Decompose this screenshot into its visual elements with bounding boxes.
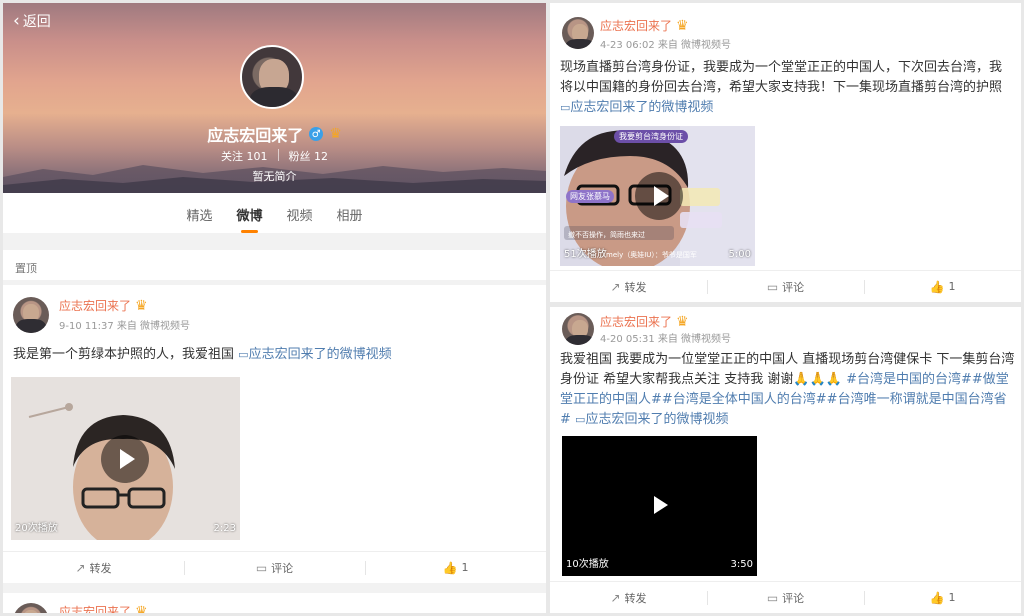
tab-weibo[interactable]: 微博 [236, 193, 263, 233]
comment-icon: ▭ [255, 560, 268, 575]
profile-stats: 关注 101 粉丝 12 [3, 148, 546, 164]
post-text: 现场直播剪台湾身份证，我要成为一个堂堂正正的中国人，下次回去台湾，我将以中国籍的… [560, 60, 1003, 115]
divider [277, 149, 279, 161]
profile-name-row: 应志宏回来了 ♂ ♛ [3, 122, 546, 146]
back-button[interactable]: ‹ 返回 [13, 11, 51, 31]
post-actions: ↗ 转发 ▭ 评论 👍 1 [3, 551, 546, 583]
video-duration: 2:23 [213, 523, 236, 534]
post-author[interactable]: 应志宏回来了 ♛ [59, 603, 148, 614]
video-duration: 3:50 [730, 559, 753, 570]
share-icon: ↗ [610, 279, 621, 294]
post-actions: ↗ 转发 ▭ 评论 👍 1 [550, 581, 1021, 613]
back-label: 返回 [22, 14, 51, 30]
avatar[interactable] [13, 603, 49, 613]
avatar[interactable] [13, 297, 49, 333]
video-thumbnail[interactable]: 我要剪台湾身份证 网友张慕马 撤不否操作，简雨也来过 mely（奥娃IU）：爷爷… [560, 126, 755, 266]
post-actions: ↗ 转发 ▭ 评论 👍 1 [550, 270, 1021, 302]
video-camera-icon: ▭ [560, 101, 571, 114]
post-author[interactable]: 应志宏回来了 ♛ [600, 313, 689, 330]
avatar[interactable] [562, 17, 594, 49]
video-overlay-tag: 我要剪台湾身份证 [614, 130, 688, 143]
thumbs-up-icon: 👍 [442, 560, 458, 575]
post-card: 应志宏回来了 ♛ 4-20 05:31 来自 微博视频号 我爱祖国 我要成为一位… [550, 307, 1021, 613]
post-author[interactable]: 应志宏回来了 ♛ [59, 297, 148, 314]
video-link[interactable]: ▭应志宏回来了的微博视频 [238, 347, 391, 362]
share-icon: ↗ [610, 590, 621, 605]
play-icon[interactable] [101, 435, 149, 483]
post-card: 应志宏回来了 ♛ 4-23 06:02 来自 微博视频号 现场直播剪台湾身份证，… [550, 3, 1021, 302]
profile-bio: 暂无简介 [252, 170, 297, 183]
video-thumbnail[interactable]: 10次播放 3:50 [562, 436, 757, 576]
comment-icon: ▭ [766, 279, 779, 294]
profile-name: 应志宏回来了 [207, 126, 304, 145]
like-button[interactable]: 👍 1 [365, 552, 546, 583]
video-overlay-text: 撤不否操作，简雨也来过 [568, 231, 645, 239]
video-play-count: 51次播放 [564, 249, 607, 260]
pinned-label: 置顶 [3, 250, 546, 280]
play-icon[interactable] [654, 496, 668, 514]
like-button[interactable]: 👍 1 [864, 582, 1021, 613]
profile-avatar[interactable] [240, 45, 304, 109]
video-duration: 5:00 [728, 249, 751, 260]
like-button[interactable]: 👍 1 [864, 271, 1021, 302]
play-icon[interactable] [635, 172, 683, 220]
profile-panel: ‹ 返回 应志宏回来了 ♂ ♛ 关注 101 粉丝 12 暂无简介 精选 微博 … [3, 3, 546, 613]
post-card: 应志宏回来了 ♛ [3, 593, 546, 613]
thumbs-up-icon: 👍 [929, 279, 945, 294]
followers-stat[interactable]: 粉丝 12 [289, 148, 329, 164]
video-thumbnail[interactable]: 20次播放 2:23 [11, 377, 240, 540]
video-camera-icon: ▭ [238, 348, 249, 361]
video-overlay-text: mely（奥娃IU）：爷爷是国军 [606, 251, 697, 259]
crown-badge-icon: ♛ [135, 297, 148, 314]
video-link[interactable]: ▭应志宏回来了的微博视频 [575, 412, 728, 427]
crown-badge-icon: ♛ [676, 313, 689, 330]
crown-badge-icon: ♛ [135, 603, 148, 614]
post-author[interactable]: 应志宏回来了 ♛ [600, 17, 689, 34]
comment-button[interactable]: ▭ 评论 [707, 582, 864, 613]
post-card: 应志宏回来了 ♛ 9-10 11:37 来自 微博视频号 我是第一个剪绿本护照的… [3, 285, 546, 583]
repost-button[interactable]: ↗ 转发 [3, 552, 184, 583]
thumbs-up-icon: 👍 [929, 590, 945, 605]
repost-button[interactable]: ↗ 转发 [550, 582, 707, 613]
crown-badge-icon: ♛ [676, 17, 689, 34]
post-text: 我是第一个剪绿本护照的人，我爱祖国 ▭应志宏回来了的微博视频 [13, 347, 392, 362]
crown-badge-icon: ♛ [329, 126, 342, 142]
comment-button[interactable]: ▭ 评论 [184, 552, 365, 583]
avatar[interactable] [562, 313, 594, 345]
post-text: 我爱祖国 我要成为一位堂堂正正的中国人 直播现场剪台湾健保卡 下一集剪台湾身份证… [560, 352, 1015, 427]
repost-button[interactable]: ↗ 转发 [550, 271, 707, 302]
video-camera-icon: ▭ [575, 413, 586, 426]
profile-tabs: 精选 微博 视频 相册 [3, 193, 546, 233]
share-icon: ↗ [75, 560, 86, 575]
tab-album[interactable]: 相册 [337, 193, 363, 233]
feed-panel: 应志宏回来了 ♛ 4-23 06:02 来自 微博视频号 现场直播剪台湾身份证，… [550, 3, 1021, 613]
post-meta: 4-23 06:02 来自 微博视频号 [600, 40, 732, 51]
post-meta: 9-10 11:37 来自 微博视频号 [59, 321, 191, 332]
tab-video[interactable]: 视频 [287, 193, 313, 233]
post-meta: 4-20 05:31 来自 微博视频号 [600, 334, 732, 345]
comment-button[interactable]: ▭ 评论 [707, 271, 864, 302]
tab-featured[interactable]: 精选 [186, 193, 212, 233]
video-link[interactable]: ▭应志宏回来了的微博视频 [560, 100, 713, 115]
video-overlay-chip: 网友张慕马 [566, 190, 614, 203]
comment-icon: ▭ [766, 590, 779, 605]
male-icon: ♂ [309, 127, 324, 141]
video-play-count: 20次播放 [15, 523, 58, 534]
chevron-left-icon: ‹ [13, 10, 20, 31]
video-play-count: 10次播放 [566, 559, 609, 570]
following-stat[interactable]: 关注 101 [221, 148, 268, 164]
